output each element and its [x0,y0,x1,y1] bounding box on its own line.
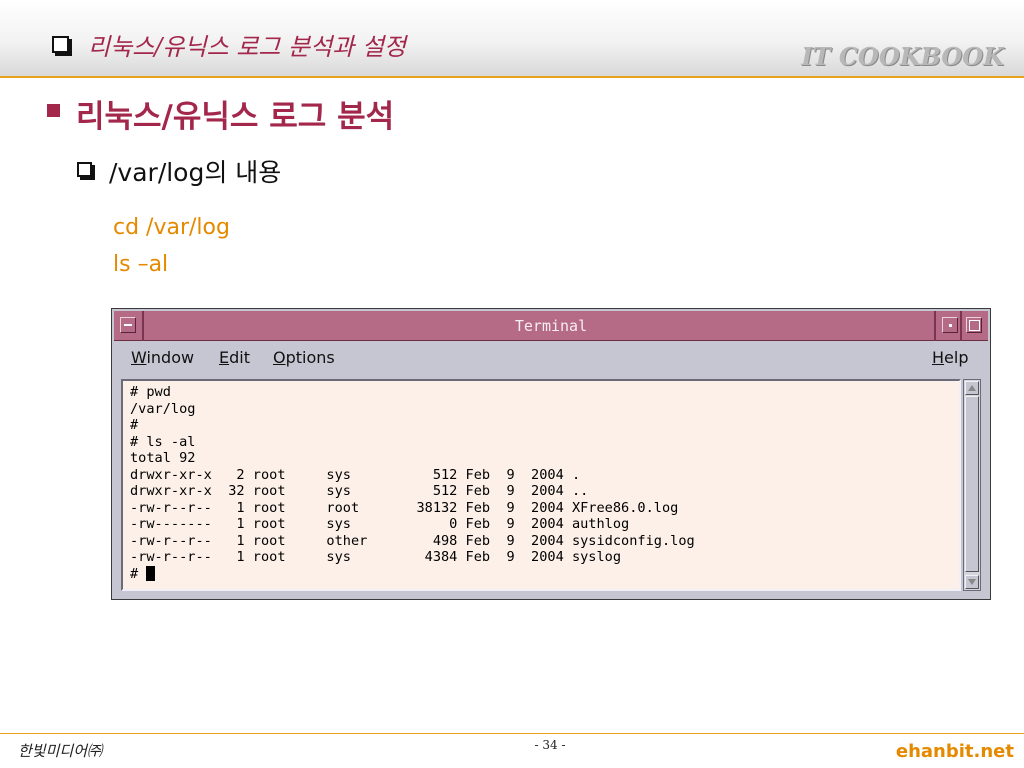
section-heading: 리눅스/유닉스 로그 분석 [76,99,395,135]
terminal-menubar: Window Edit Options Help [114,342,988,376]
terminal-output-area[interactable]: # pwd /var/log # # ls -al total 92 drwxr… [121,379,961,591]
terminal-scrollbar[interactable] [963,379,981,591]
maximize-icon[interactable] [966,317,982,333]
header-divider [0,76,1024,78]
scroll-up-arrow-icon[interactable] [965,381,979,395]
menu-help[interactable]: Help [932,348,968,367]
scrollbar-thumb[interactable] [965,396,979,572]
titlebar-separator [934,311,936,341]
footer-divider [0,733,1024,734]
menu-window[interactable]: Window [131,348,194,367]
website-logo: ehanbit.net [895,741,1014,762]
checkbox-bullet-icon [77,162,92,177]
terminal-title: Terminal [514,317,588,335]
terminal-titlebar[interactable]: Terminal [114,311,988,341]
titlebar-separator [960,311,962,341]
square-bullet-icon [47,104,60,117]
slide-title: 리눅스/유닉스 로그 분석과 설정 [88,33,407,61]
terminal-text: # pwd /var/log # # ls -al total 92 drwxr… [130,384,695,582]
command-line: ls –al [113,252,169,277]
terminal-prompt: # [130,565,147,582]
menu-options[interactable]: Options [273,348,335,367]
text-cursor [146,565,156,581]
scroll-down-arrow-icon[interactable] [965,575,979,589]
subsection-heading: /var/log의 내용 [109,158,282,187]
menu-edit[interactable]: Edit [219,348,250,367]
page-number: - 34 - [534,738,566,752]
checkbox-bullet-icon [52,36,69,53]
terminal-window: Terminal Window Edit Options Help # pwd … [111,308,991,600]
minimize-icon[interactable] [942,317,958,333]
command-line: cd /var/log [113,215,230,240]
brand-logo: IT COOKBOOK [801,42,1004,71]
terminal-output: # pwd /var/log # # ls -al total 92 drwxr… [130,384,695,565]
